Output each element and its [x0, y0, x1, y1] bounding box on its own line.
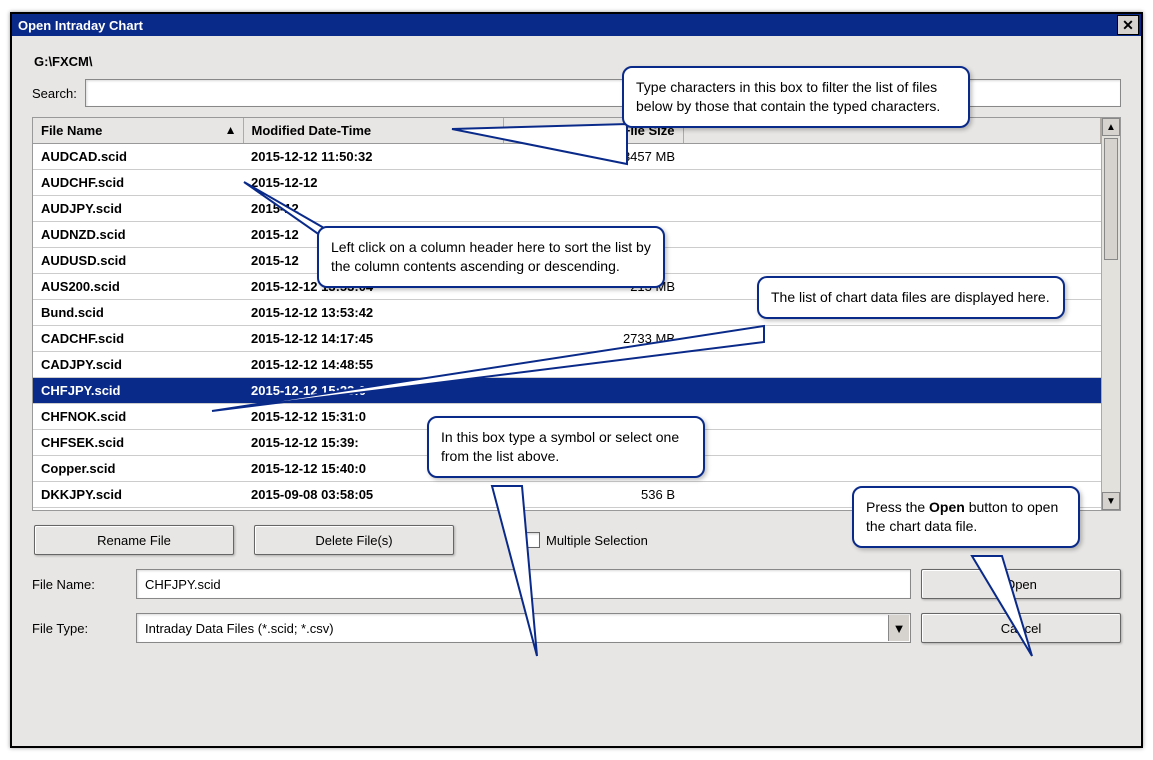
cell-filename: AUDCAD.scid [33, 144, 243, 170]
cell-size [503, 300, 683, 326]
cell-modified: 2015-12-12 13:53:42 [243, 300, 503, 326]
cell-filename: Copper.scid [33, 456, 243, 482]
callout-open-help: Press the Open button to open the chart … [852, 486, 1080, 548]
delete-files-button[interactable]: Delete File(s) [254, 525, 454, 555]
filetype-label: File Type: [32, 621, 126, 636]
callout-list-help: The list of chart data files are display… [757, 276, 1065, 319]
callout-sort-help: Left click on a column header here to so… [317, 226, 665, 288]
search-label: Search: [32, 86, 77, 101]
cell-filename: AUDNZD.scid [33, 222, 243, 248]
window-title: Open Intraday Chart [18, 18, 143, 33]
sort-asc-icon: ▲ [225, 123, 237, 137]
chevron-down-icon: ▼ [893, 621, 906, 636]
cell-filename: DKKJPY.scid [33, 482, 243, 508]
titlebar: Open Intraday Chart ✕ [12, 14, 1141, 36]
close-button[interactable]: ✕ [1117, 15, 1139, 35]
close-icon: ✕ [1122, 18, 1134, 32]
cell-filename: AUDJPY.scid [33, 196, 243, 222]
table-row[interactable]: AUDJPY.scid2015-12 [33, 196, 1101, 222]
cell-filename: Bund.scid [33, 300, 243, 326]
filename-label: File Name: [32, 577, 126, 592]
scroll-down-icon[interactable]: ▼ [1102, 492, 1120, 510]
dropdown-button[interactable]: ▼ [888, 615, 909, 641]
scroll-thumb[interactable] [1104, 138, 1118, 260]
vertical-scrollbar[interactable]: ▲ ▼ [1101, 118, 1120, 510]
callout-search-help: Type characters in this box to filter th… [622, 66, 970, 128]
column-header-filename[interactable]: File Name▲ [33, 118, 243, 144]
cell-filename: AUS200.scid [33, 274, 243, 300]
cell-size [503, 196, 683, 222]
filetype-value: Intraday Data Files (*.scid; *.csv) [145, 621, 334, 636]
cell-filename: AUDUSD.scid [33, 248, 243, 274]
open-intraday-chart-dialog: Open Intraday Chart ✕ G:\FXCM\ Search: F… [10, 12, 1143, 748]
scroll-up-icon[interactable]: ▲ [1102, 118, 1120, 136]
callout-filename-help: In this box type a symbol or select one … [427, 416, 705, 478]
cell-filename: AUDCHF.scid [33, 170, 243, 196]
rename-file-button[interactable]: Rename File [34, 525, 234, 555]
cell-modified: 2015-09-08 03:58:05 [243, 482, 503, 508]
